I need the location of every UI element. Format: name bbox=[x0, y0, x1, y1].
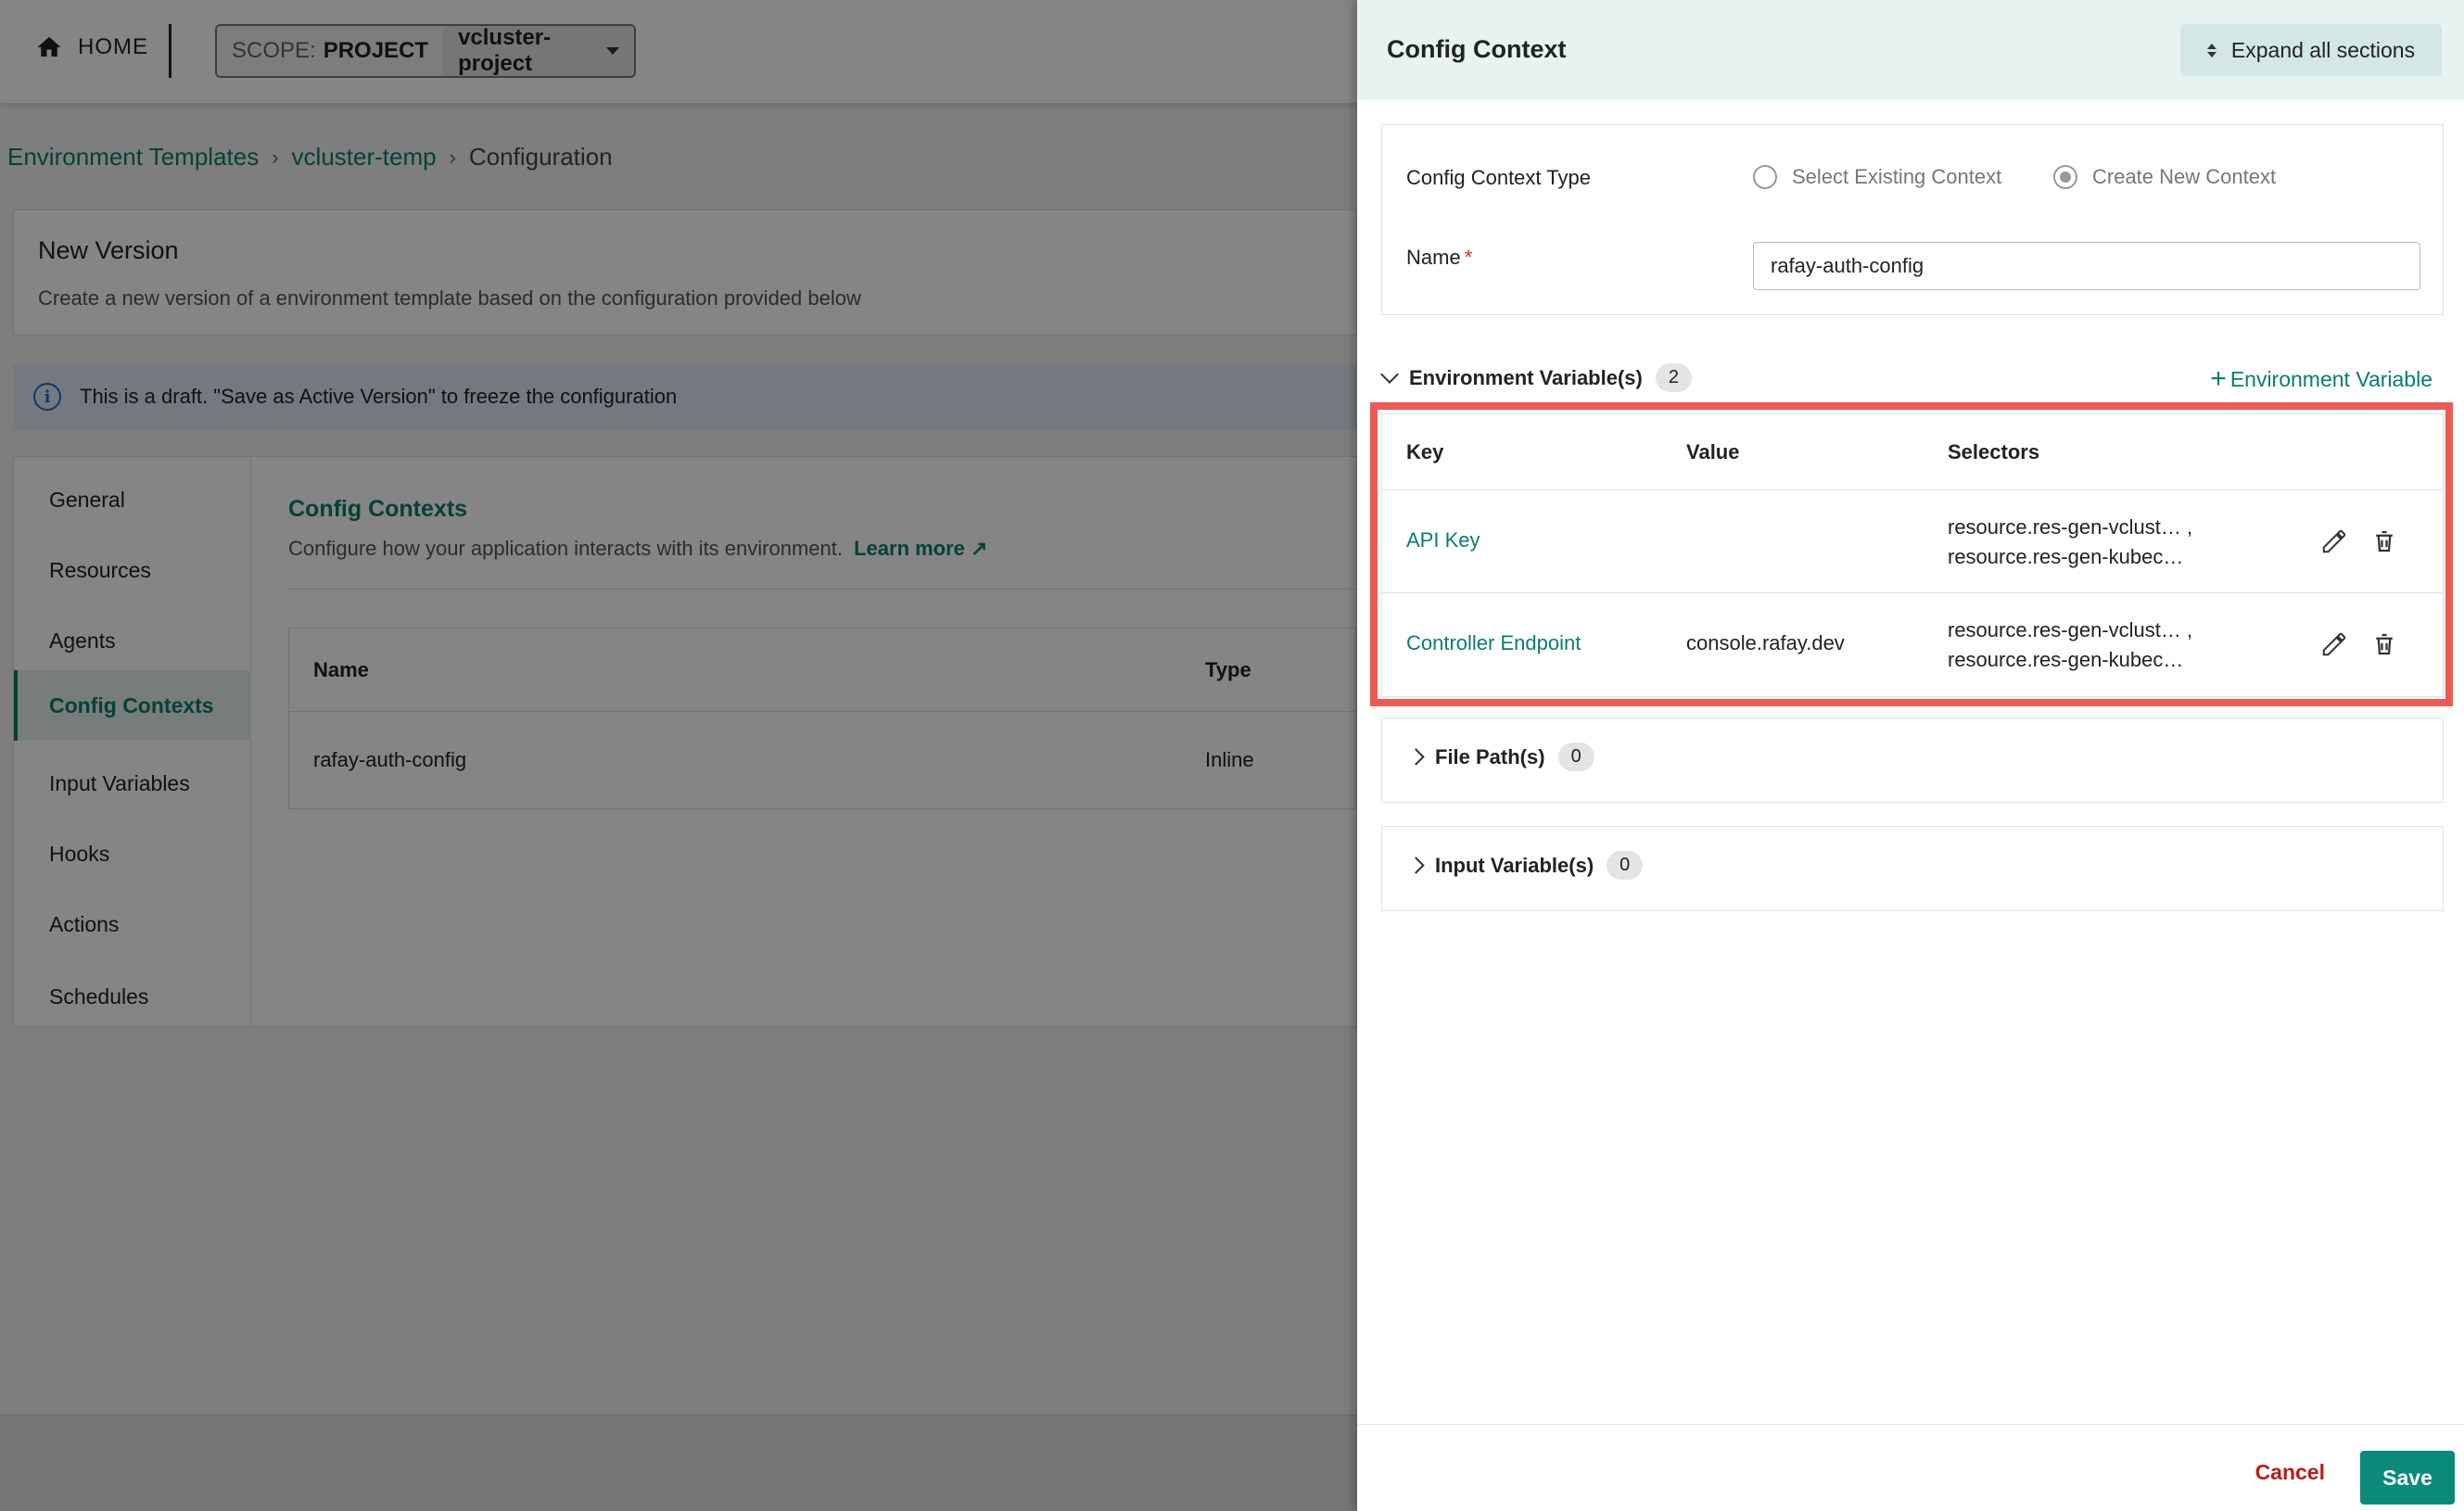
file-count-badge: 0 bbox=[1557, 743, 1594, 771]
chevron-down-icon bbox=[1380, 364, 1399, 384]
input-variable-section: Input Variable(s) 0 bbox=[1381, 826, 2444, 911]
drawer-title: Config Context bbox=[1387, 35, 1567, 63]
drawer-header: Config Context Expand all sections bbox=[1357, 0, 2464, 100]
chevron-right-icon bbox=[1407, 748, 1425, 766]
radio-checked-icon bbox=[2053, 165, 2077, 189]
add-env-label: Environment Variable bbox=[2229, 366, 2432, 391]
name-label: Name * bbox=[1406, 246, 1472, 270]
env-section-label: Environment Variable(s) bbox=[1409, 365, 1643, 389]
plus-icon: + bbox=[2210, 363, 2227, 394]
modal-overlay[interactable] bbox=[0, 0, 1357, 1511]
drawer-footer: Cancel Save bbox=[1357, 1424, 2464, 1511]
highlight-box bbox=[1370, 402, 2453, 706]
input-section-toggle[interactable]: Input Variable(s) 0 bbox=[1407, 851, 1644, 880]
context-type-label: Config Context Type bbox=[1406, 166, 1591, 189]
expand-collapse-icon bbox=[2206, 43, 2216, 57]
save-button[interactable]: Save bbox=[2360, 1451, 2455, 1505]
add-environment-variable-button[interactable]: + Environment Variable bbox=[2210, 365, 2432, 393]
file-section-toggle[interactable]: File Path(s) 0 bbox=[1407, 743, 1594, 771]
file-path-section: File Path(s) 0 bbox=[1381, 717, 2444, 803]
required-mark: * bbox=[1464, 246, 1473, 269]
input-section-label: Input Variable(s) bbox=[1435, 853, 1594, 877]
input-count-badge: 0 bbox=[1607, 851, 1644, 880]
radio-create-new[interactable]: Create New Context bbox=[2053, 165, 2276, 189]
config-context-drawer: Config Context Expand all sections Confi… bbox=[1357, 0, 2464, 1511]
context-details-card: Config Context Type Select Existing Cont… bbox=[1381, 124, 2444, 315]
env-count-badge: 2 bbox=[1655, 363, 1692, 392]
name-input[interactable] bbox=[1753, 242, 2420, 290]
radio-new-label: Create New Context bbox=[2092, 165, 2277, 188]
radio-unchecked-icon bbox=[1753, 165, 1777, 189]
radio-select-existing[interactable]: Select Existing Context bbox=[1753, 165, 2001, 189]
env-section-toggle[interactable]: Environment Variable(s) 2 bbox=[1380, 363, 1692, 392]
radio-existing-label: Select Existing Context bbox=[1792, 165, 2002, 188]
cancel-button[interactable]: Cancel bbox=[2255, 1460, 2325, 1485]
expand-all-button[interactable]: Expand all sections bbox=[2180, 24, 2442, 76]
file-section-label: File Path(s) bbox=[1435, 744, 1545, 768]
name-label-text: Name bbox=[1406, 246, 1461, 269]
chevron-right-icon bbox=[1407, 857, 1425, 874]
expand-all-label: Expand all sections bbox=[2230, 37, 2416, 62]
